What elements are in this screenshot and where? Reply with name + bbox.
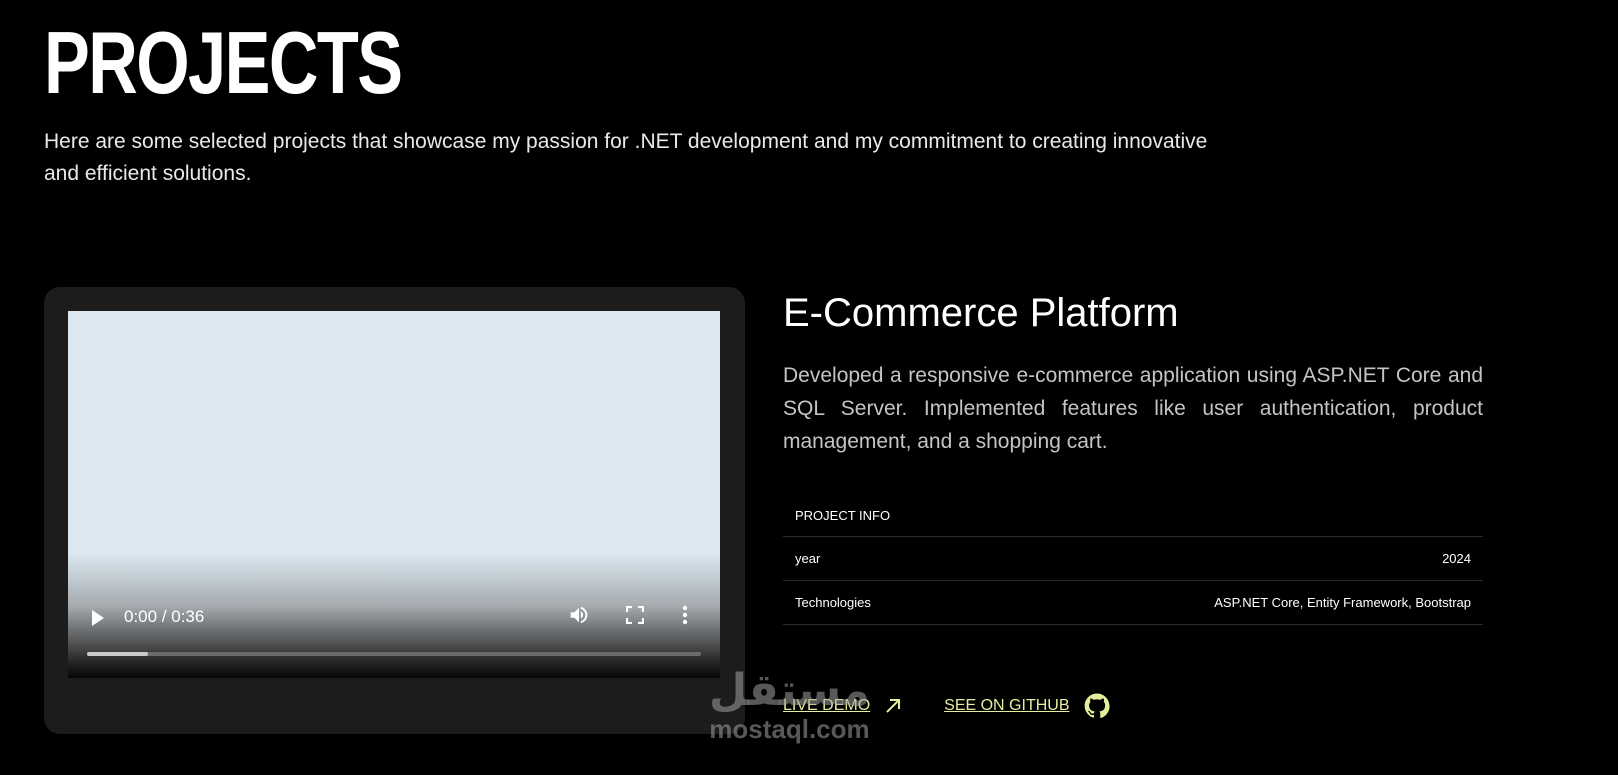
play-icon[interactable] <box>92 610 104 626</box>
more-options-icon[interactable] <box>682 604 688 631</box>
info-value: ASP.NET Core, Entity Framework, Bootstra… <box>1214 594 1471 610</box>
video-player[interactable]: 0:00 / 0:36 <box>68 311 720 678</box>
project-info-table: PROJECT INFO year 2024 Technologies ASP.… <box>783 496 1483 625</box>
info-label: Technologies <box>795 594 871 610</box>
video-progress-bar[interactable] <box>87 652 701 656</box>
live-demo-label: LIVE DEMO <box>783 697 871 714</box>
project-media-card: 0:00 / 0:36 <box>44 287 745 734</box>
fullscreen-icon[interactable] <box>625 605 645 629</box>
video-controls: 0:00 / 0:36 <box>68 578 720 678</box>
github-label: SEE ON GITHUB <box>944 697 1070 714</box>
volume-icon[interactable] <box>568 604 590 631</box>
project-links: LIVE DEMO SEE ON GITHUB <box>783 693 1110 719</box>
video-progress-buffered <box>87 652 149 656</box>
project-title: E-Commerce Platform <box>783 291 1179 335</box>
arrow-up-right-icon <box>886 699 901 713</box>
info-value: 2024 <box>1442 550 1471 566</box>
intro-text: Here are some selected projects that sho… <box>44 130 1208 185</box>
project-info-heading: PROJECT INFO <box>795 508 891 524</box>
project-info-row: year 2024 <box>783 536 1483 580</box>
project-description: Developed a responsive e-commerce applic… <box>783 364 1483 453</box>
github-icon <box>1084 693 1110 718</box>
project-info-heading-row: PROJECT INFO <box>783 496 1483 536</box>
github-link[interactable]: SEE ON GITHUB <box>944 693 1110 719</box>
live-demo-link[interactable]: LIVE DEMO <box>783 697 902 715</box>
project-info-row: Technologies ASP.NET Core, Entity Framew… <box>783 580 1483 624</box>
info-label: year <box>795 550 821 566</box>
video-time: 0:00 / 0:36 <box>124 607 205 626</box>
page-title: PROJECTS <box>44 13 403 112</box>
